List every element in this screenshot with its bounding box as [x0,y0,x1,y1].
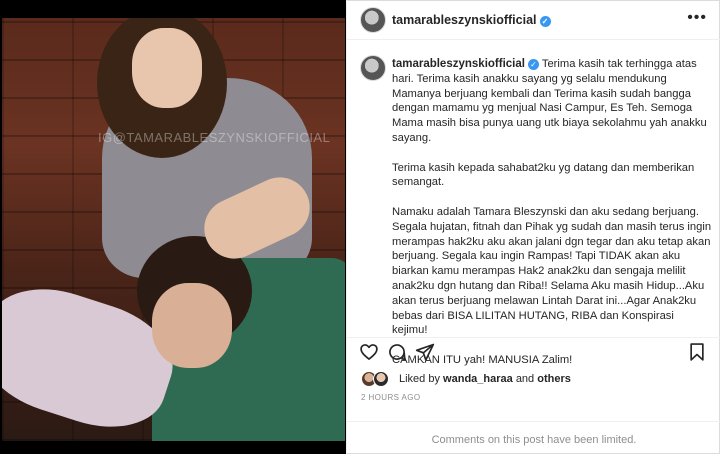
caption-paragraph-3: Namaku adalah Tamara Bleszynski dan aku … [392,205,712,337]
caption-verified-badge-icon: ✓ [527,59,539,70]
more-options-icon[interactable]: ••• [687,9,707,27]
caption-text: tamarableszynskiofficial ✓ Terima kasih t… [392,57,712,383]
likes-others-link[interactable]: others [537,373,571,385]
liker-avatar[interactable] [373,371,389,387]
caption-author-avatar[interactable] [360,55,386,81]
caption-paragraph-1-text: Terima kasih tak terhingga atas hari. Te… [392,58,707,144]
bookmark-icon[interactable] [687,342,707,362]
post-caption: tamarableszynskiofficial ✓ Terima kasih t… [347,40,720,366]
likes-text: Liked by wanda_haraa and others [399,373,571,385]
likes-conjunction: and [515,373,535,385]
photo-image[interactable]: IG@TAMARABLESZYNSKIOFFICIAL [2,18,345,441]
liker-username[interactable]: wanda_haraa [443,373,513,385]
woman-face [132,28,202,108]
likes-prefix: Liked by [399,373,440,385]
post-timestamp[interactable]: 2 HOURS AGO [361,393,421,402]
author-username[interactable]: tamarableszynskiofficial ✓ [392,13,551,27]
post-actions-bar [347,337,720,363]
post-header: tamarableszynskiofficial ✓ ••• [347,0,720,40]
photo-watermark: IG@TAMARABLESZYNSKIOFFICIAL [98,130,331,145]
heart-icon[interactable] [359,342,379,362]
comments-limited-notice: Comments on this post have been limited. [347,421,720,454]
author-avatar[interactable] [360,7,386,33]
post-details-panel: tamarableszynskiofficial ✓ ••• tamarables… [346,0,720,454]
child-face [152,283,232,368]
verified-badge-icon: ✓ [539,16,551,27]
share-icon[interactable] [415,342,435,362]
comment-icon[interactable] [387,342,407,362]
caption-username[interactable]: tamarableszynskiofficial [392,58,525,70]
caption-paragraph-1: tamarableszynskiofficial ✓ Terima kasih t… [392,57,712,146]
post-photo[interactable]: IG@TAMARABLESZYNSKIOFFICIAL [0,0,346,454]
caption-paragraph-2: Terima kasih kepada sahabat2ku yg datang… [392,161,695,189]
author-username-text[interactable]: tamarableszynskiofficial [392,13,537,27]
